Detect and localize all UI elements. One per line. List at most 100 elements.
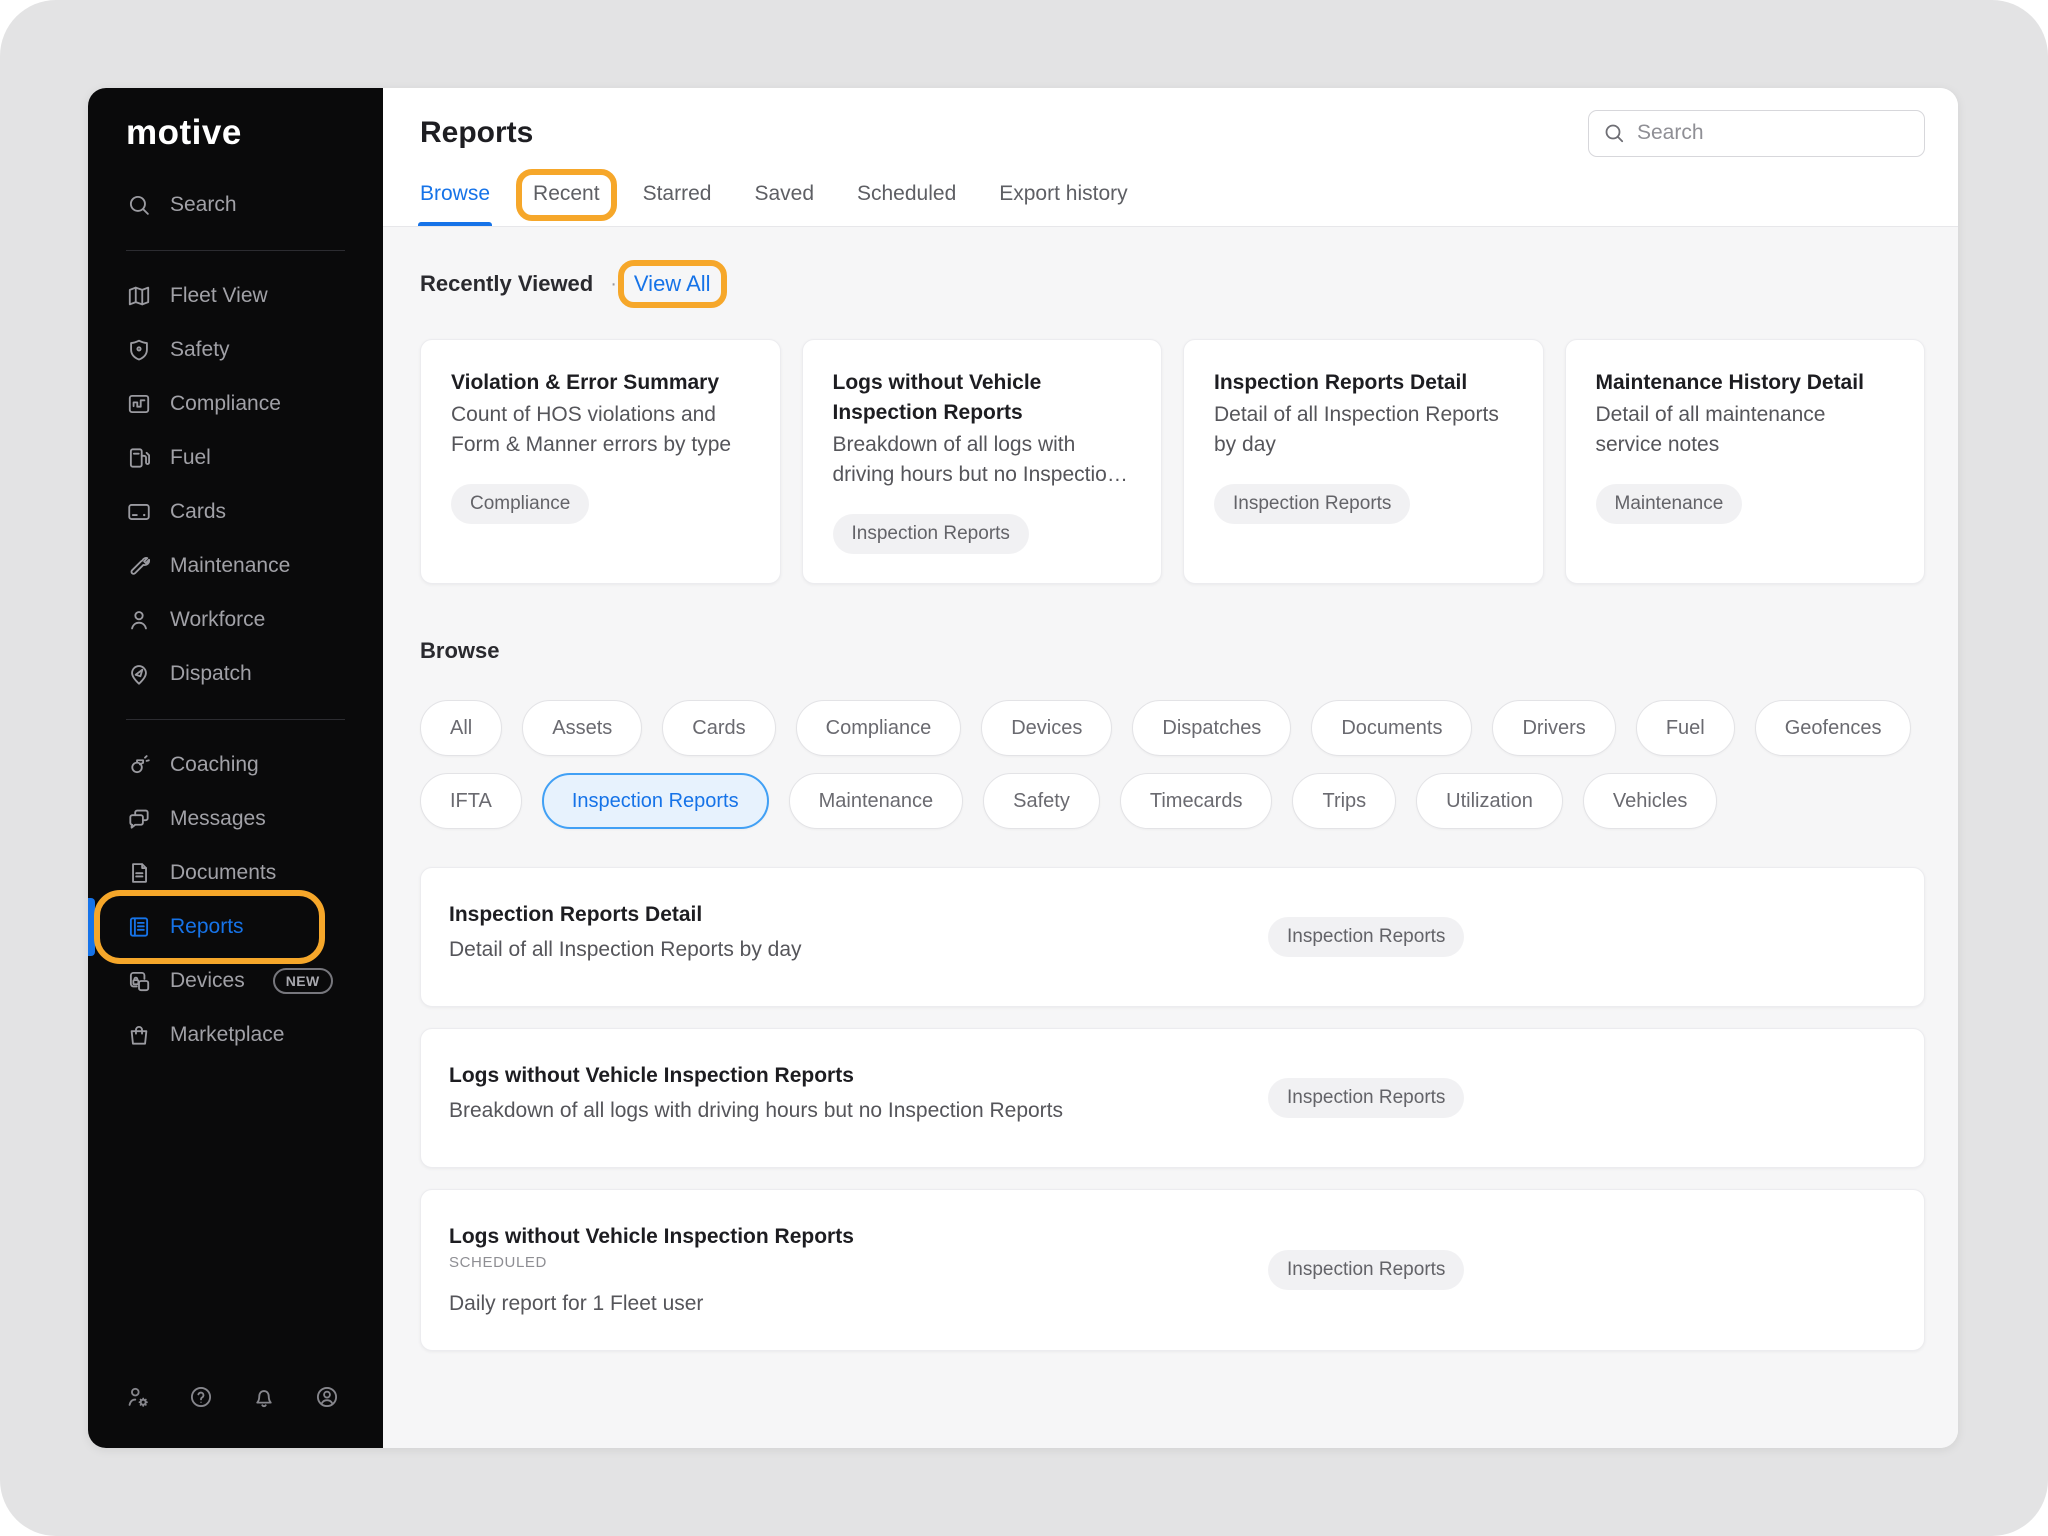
sidebar-item-label: Reports bbox=[170, 915, 244, 939]
page-title: Reports bbox=[420, 116, 533, 150]
sidebar-item-compliance[interactable]: Compliance bbox=[88, 377, 383, 431]
report-list-item-logs-without-vehicle-inspection-reports[interactable]: Logs without Vehicle Inspection Reports B… bbox=[420, 1028, 1925, 1168]
card-title: Maintenance History Detail bbox=[1596, 368, 1895, 398]
bell-icon[interactable] bbox=[251, 1383, 278, 1410]
tab-saved[interactable]: Saved bbox=[754, 182, 814, 226]
report-card-violation-error-summary[interactable]: Violation & Error SummaryCount of HOS vi… bbox=[420, 339, 781, 584]
recently-viewed-header: Recently Viewed · View All bbox=[420, 271, 1925, 297]
report-title: Logs without Vehicle Inspection Reports bbox=[449, 1061, 1896, 1090]
bag-icon bbox=[126, 1022, 152, 1048]
wrench-icon bbox=[126, 553, 152, 579]
sidebar-item-label: Fuel bbox=[170, 446, 211, 470]
category-tag: Compliance bbox=[451, 484, 589, 524]
sidebar-item-messages[interactable]: Messages bbox=[88, 792, 383, 846]
category-tag: Inspection Reports bbox=[1268, 917, 1464, 957]
tab-browse[interactable]: Browse bbox=[420, 182, 490, 226]
tab-export-history[interactable]: Export history bbox=[999, 182, 1127, 226]
filter-chip-assets[interactable]: Assets bbox=[522, 700, 642, 756]
sidebar-item-label: Compliance bbox=[170, 392, 281, 416]
browse-title: Browse bbox=[420, 638, 1925, 664]
sidebar-item-label: Dispatch bbox=[170, 662, 252, 686]
sidebar-item-marketplace[interactable]: Marketplace bbox=[88, 1008, 383, 1062]
sidebar-item-label: Coaching bbox=[170, 753, 259, 777]
sidebar-item-label: Devices bbox=[170, 969, 245, 993]
sidebar-item-label: Maintenance bbox=[170, 554, 290, 578]
filter-chip-inspection-reports[interactable]: Inspection Reports bbox=[542, 773, 769, 829]
filter-chip-all[interactable]: All bbox=[420, 700, 502, 756]
page-header: Reports Browse Recent Starred Saved Schedule… bbox=[383, 88, 1958, 227]
sidebar-item-label: Fleet View bbox=[170, 284, 268, 308]
card-title: Violation & Error Summary bbox=[451, 368, 750, 398]
user-gear-icon[interactable] bbox=[124, 1383, 151, 1410]
search-input[interactable] bbox=[1588, 110, 1925, 157]
category-tag: Maintenance bbox=[1596, 484, 1743, 524]
sidebar-item-label: Safety bbox=[170, 338, 230, 362]
dispatch-icon bbox=[126, 661, 152, 687]
filter-chip-ifta[interactable]: IFTA bbox=[420, 773, 522, 829]
filter-chip-trips[interactable]: Trips bbox=[1292, 773, 1396, 829]
card-title: Logs without Vehicle Inspection Reports bbox=[833, 368, 1132, 428]
report-card-inspection-reports-detail[interactable]: Inspection Reports DetailDetail of all I… bbox=[1183, 339, 1544, 584]
category-tag: Inspection Reports bbox=[1214, 484, 1410, 524]
filter-chip-documents[interactable]: Documents bbox=[1311, 700, 1472, 756]
person-icon bbox=[126, 607, 152, 633]
tab-recent[interactable]: Recent bbox=[533, 182, 600, 226]
tab-starred[interactable]: Starred bbox=[643, 182, 712, 226]
tab-label: Starred bbox=[643, 182, 712, 205]
filter-chip-safety[interactable]: Safety bbox=[983, 773, 1100, 829]
filter-chip-vehicles[interactable]: Vehicles bbox=[1583, 773, 1718, 829]
report-card-logs-without-vehicle-inspection-reports[interactable]: Logs without Vehicle Inspection ReportsB… bbox=[802, 339, 1163, 584]
sidebar-item-reports[interactable]: Reports bbox=[88, 900, 383, 954]
filter-chip-cards[interactable]: Cards bbox=[662, 700, 775, 756]
filter-chip-drivers[interactable]: Drivers bbox=[1492, 700, 1615, 756]
sidebar-item-documents[interactable]: Documents bbox=[88, 846, 383, 900]
sidebar-item-search[interactable]: Search bbox=[88, 178, 383, 232]
filter-chip-fuel[interactable]: Fuel bbox=[1636, 700, 1735, 756]
sidebar-item-coaching[interactable]: Coaching bbox=[88, 738, 383, 792]
report-card-maintenance-history-detail[interactable]: Maintenance History DetailDetail of all … bbox=[1565, 339, 1926, 584]
compliance-icon bbox=[126, 391, 152, 417]
app-window: motive Search Fleet ViewSafetyCompliance… bbox=[88, 88, 1958, 1448]
main-panel: Reports Browse Recent Starred Saved Schedule… bbox=[383, 88, 1958, 1448]
filter-chip-geofences[interactable]: Geofences bbox=[1755, 700, 1912, 756]
tab-label: Saved bbox=[754, 182, 814, 205]
separator-dot: · bbox=[610, 273, 617, 296]
report-list-item-logs-without-vehicle-inspection-reports[interactable]: Logs without Vehicle Inspection ReportsS… bbox=[420, 1189, 1925, 1351]
filter-chip-maintenance[interactable]: Maintenance bbox=[789, 773, 964, 829]
tab-label: Browse bbox=[420, 182, 490, 205]
sidebar-item-dispatch[interactable]: Dispatch bbox=[88, 647, 383, 701]
filter-chip-compliance[interactable]: Compliance bbox=[796, 700, 962, 756]
filter-chip-devices[interactable]: Devices bbox=[981, 700, 1112, 756]
report-title: Inspection Reports Detail bbox=[449, 900, 1896, 929]
sidebar-item-label: Workforce bbox=[170, 608, 265, 632]
filter-chip-dispatches[interactable]: Dispatches bbox=[1132, 700, 1291, 756]
report-search bbox=[1588, 110, 1925, 157]
messages-icon bbox=[126, 806, 152, 832]
help-icon[interactable] bbox=[187, 1383, 214, 1410]
report-description: Breakdown of all logs with driving hours… bbox=[449, 1096, 1896, 1125]
category-tag: Inspection Reports bbox=[1268, 1250, 1464, 1290]
sidebar-item-label: Search bbox=[170, 193, 237, 217]
sidebar-item-devices[interactable]: DevicesNEW bbox=[88, 954, 383, 1008]
view-all-link[interactable]: View All bbox=[634, 271, 711, 297]
tab-label: Scheduled bbox=[857, 182, 956, 205]
category-tag: Inspection Reports bbox=[833, 514, 1029, 554]
tab-label: Export history bbox=[999, 182, 1127, 205]
sidebar-nav: Fleet View Safety Compliance Fuel Cards Maint… bbox=[88, 269, 383, 1062]
active-indicator-bar bbox=[88, 898, 95, 956]
filter-chip-utilization[interactable]: Utilization bbox=[1416, 773, 1563, 829]
content-area: Recently Viewed · View All Violation & E… bbox=[383, 227, 1958, 1448]
sidebar-item-maintenance[interactable]: Maintenance bbox=[88, 539, 383, 593]
tab-scheduled[interactable]: Scheduled bbox=[857, 182, 956, 226]
sidebar-item-safety[interactable]: Safety bbox=[88, 323, 383, 377]
card-title: Inspection Reports Detail bbox=[1214, 368, 1513, 398]
sidebar-item-cards[interactable]: Cards bbox=[88, 485, 383, 539]
sidebar: motive Search Fleet ViewSafetyCompliance… bbox=[88, 88, 383, 1448]
sidebar-item-fleet-view[interactable]: Fleet View bbox=[88, 269, 383, 323]
account-icon[interactable] bbox=[314, 1383, 341, 1410]
sidebar-item-workforce[interactable]: Workforce bbox=[88, 593, 383, 647]
sidebar-item-fuel[interactable]: Fuel bbox=[88, 431, 383, 485]
filter-row-2: IFTA Inspection Reports Maintenance Safety T… bbox=[420, 773, 1925, 829]
filter-chip-timecards[interactable]: Timecards bbox=[1120, 773, 1273, 829]
report-list-item-inspection-reports-detail[interactable]: Inspection Reports DetailDetail of all I… bbox=[420, 867, 1925, 1007]
